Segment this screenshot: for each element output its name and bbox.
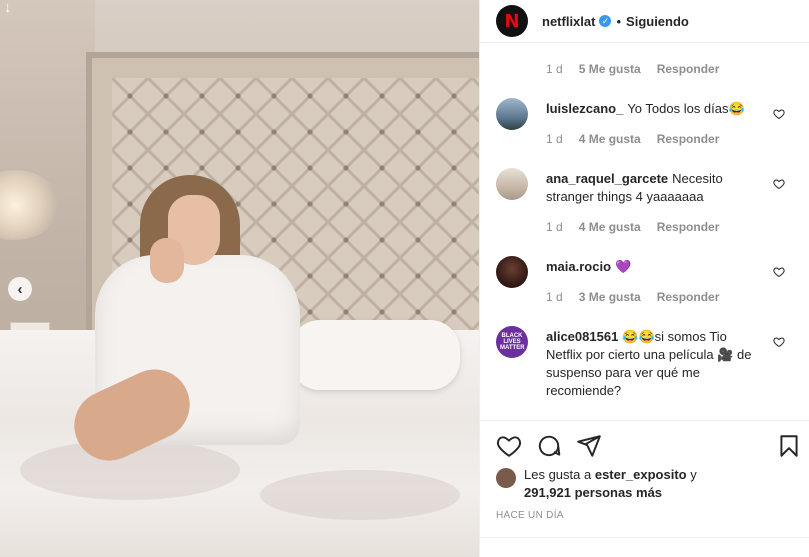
- comment-likes[interactable]: 3 Me gusta: [579, 290, 641, 304]
- avatar[interactable]: BLACK LIVES MATTER: [496, 326, 528, 358]
- comment-text: alice081561 😂😂si somos Tio Netflix por ci…: [546, 328, 756, 400]
- previous-photo-button[interactable]: ‹: [8, 277, 32, 301]
- comment-text: luislezcano_ Yo Todos los días😂: [546, 100, 756, 118]
- post-actions: [480, 420, 809, 468]
- comments-list[interactable]: 1 d 5 Me gusta Responder luislezcano_ Yo …: [480, 44, 809, 420]
- add-comment-bar[interactable]: [480, 537, 809, 557]
- likes-text: Les gusta a ester_exposito y 291,921 per…: [524, 466, 697, 502]
- comment-meta: 1 d 4 Me gusta Responder: [546, 220, 735, 234]
- comment-body: Yo Todos los días😂: [627, 101, 745, 116]
- post-photo[interactable]: ↓ ‹: [0, 0, 479, 557]
- comment-likes[interactable]: 4 Me gusta: [579, 132, 641, 146]
- comment-time[interactable]: 1 d: [546, 132, 563, 146]
- post-timestamp[interactable]: Hace un día: [496, 510, 564, 521]
- comment-likes[interactable]: 5 Me gusta: [579, 62, 641, 76]
- reply-button[interactable]: Responder: [657, 62, 720, 76]
- comment-time[interactable]: 1 d: [546, 290, 563, 304]
- comment-body: 💜: [615, 259, 632, 274]
- avatar[interactable]: [496, 168, 528, 200]
- comment-username[interactable]: ana_raquel_garcete: [546, 171, 668, 186]
- comment-meta: 1 d 4 Me gusta Responder: [546, 132, 735, 146]
- share-icon[interactable]: [576, 433, 602, 459]
- liker-avatar[interactable]: [496, 468, 516, 488]
- heart-icon[interactable]: [773, 266, 785, 278]
- comment-meta: 1 d 3 Me gusta Responder: [546, 290, 735, 304]
- likes-prefix: Les gusta a: [524, 467, 592, 482]
- comment-time[interactable]: 1 d: [546, 220, 563, 234]
- arrow-down-icon: ↓: [4, 0, 12, 16]
- comment-icon[interactable]: [536, 433, 562, 459]
- avatar-text: BLACK LIVES MATTER: [500, 333, 525, 351]
- avatar[interactable]: [496, 98, 528, 130]
- separator: •: [616, 13, 622, 29]
- comment-username[interactable]: maia.rocio: [546, 259, 611, 274]
- likes-count[interactable]: 291,921 personas más: [524, 485, 662, 500]
- blanket-fold: [260, 470, 460, 520]
- heart-icon[interactable]: [773, 108, 785, 120]
- comment-username[interactable]: alice081561: [546, 329, 618, 344]
- reply-button[interactable]: Responder: [657, 220, 720, 234]
- reply-button[interactable]: Responder: [657, 290, 720, 304]
- post-sidebar: N netflixlat ✓ • Siguiendo 1 d 5 Me gust…: [479, 0, 809, 557]
- comment-likes[interactable]: 4 Me gusta: [579, 220, 641, 234]
- comment-text: maia.rocio 💜: [546, 258, 756, 276]
- likes-conj: y: [690, 467, 697, 482]
- heart-icon[interactable]: [773, 178, 785, 190]
- liker-username[interactable]: ester_exposito: [595, 467, 687, 482]
- following-button[interactable]: Siguiendo: [626, 14, 689, 29]
- save-bookmark-icon[interactable]: [776, 433, 802, 459]
- comment-username[interactable]: luislezcano_: [546, 101, 623, 116]
- heart-icon[interactable]: [773, 336, 785, 348]
- comment-text: ana_raquel_garcete Necesito stranger thin…: [546, 170, 756, 206]
- like-heart-icon[interactable]: [496, 433, 522, 459]
- netflix-logo: N: [504, 10, 520, 32]
- pillow: [290, 320, 460, 390]
- comment-meta: 1 d 5 Me gusta Responder: [546, 62, 735, 76]
- comment-time[interactable]: 1 d: [546, 62, 563, 76]
- username-link[interactable]: netflixlat: [542, 14, 595, 29]
- person-hand: [150, 238, 184, 283]
- instagram-post: ↓ ‹ N netflixlat ✓ • Siguiendo 1 d 5 Me …: [0, 0, 809, 557]
- verified-badge-icon: ✓: [599, 15, 612, 27]
- reply-button[interactable]: Responder: [657, 132, 720, 146]
- profile-avatar[interactable]: N: [496, 5, 528, 37]
- avatar[interactable]: [496, 256, 528, 288]
- post-header: N netflixlat ✓ • Siguiendo: [480, 0, 809, 43]
